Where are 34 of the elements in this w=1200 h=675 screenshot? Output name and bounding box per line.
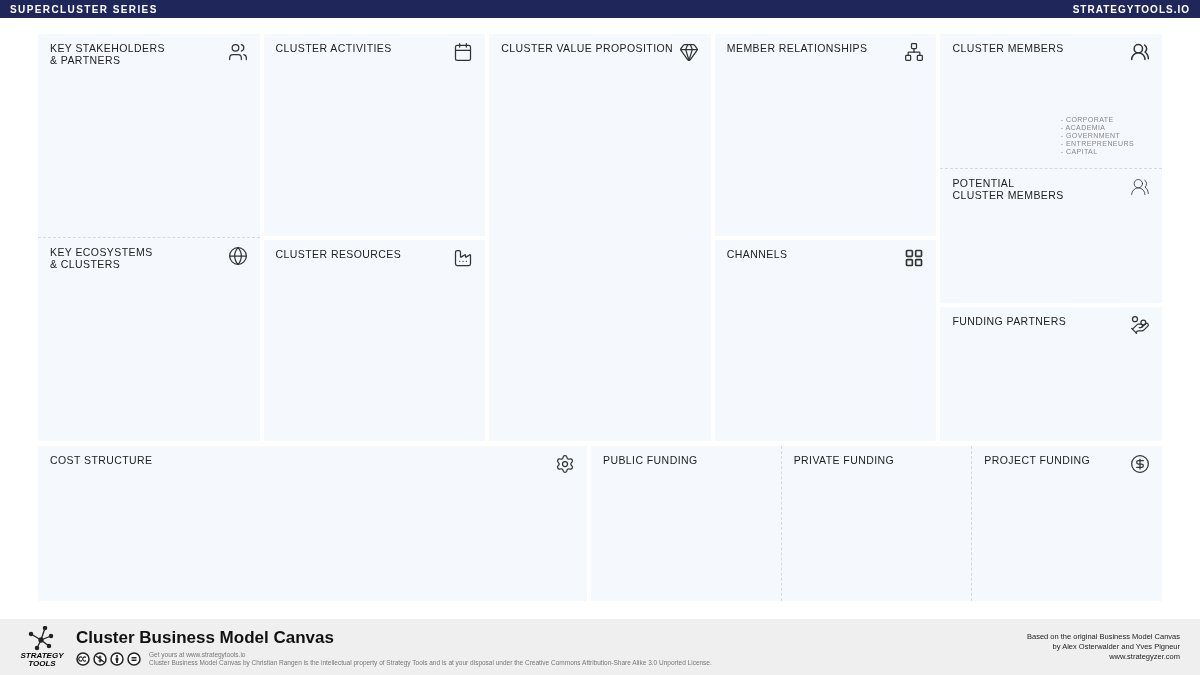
people-icon: [1130, 177, 1150, 197]
section-title: CLUSTER RESOURCES: [275, 247, 402, 260]
grid-icon: [904, 247, 925, 268]
globe-icon: [227, 246, 248, 266]
site-name: STRATEGYTOOLS.IO: [1072, 2, 1190, 17]
section-title: CLUSTER MEMBERS: [952, 42, 1064, 54]
license-icon: [127, 652, 141, 666]
diamond-icon: [678, 42, 699, 62]
section-title: CLUSTER ACTIVITIES: [275, 42, 392, 54]
license-icon: [110, 652, 124, 666]
section-title: POTENTIAL CLUSTER MEMBERS: [952, 177, 1064, 201]
section-title: PRIVATE FUNDING: [793, 454, 895, 466]
canvas-title: Cluster Business Model Canvas: [76, 627, 335, 649]
section-title: PUBLIC FUNDING: [603, 454, 698, 466]
dollar-circle-icon: [1130, 454, 1150, 474]
people-icon: [227, 42, 248, 62]
section-title: KEY STAKEHOLDERS & PARTNERS: [50, 42, 165, 66]
people-icon: [1130, 42, 1150, 62]
section-title: CHANNELS: [726, 247, 788, 260]
section-title: MEMBER RELATIONSHIPS: [726, 42, 868, 54]
series-title: SUPERCLUSTER SERIES: [10, 2, 158, 17]
section-title: CLUSTER VALUE PROPOSITION: [501, 42, 674, 54]
section-title: PROJECT FUNDING: [984, 454, 1091, 466]
section-title: FUNDING PARTNERS: [952, 315, 1067, 327]
section-title: KEY ECOSYSTEMS & CLUSTERS: [50, 246, 153, 270]
section-title: COST STRUCTURE: [50, 454, 153, 466]
hand-coins-icon: [1130, 315, 1150, 335]
network-icon: [904, 42, 925, 62]
logo-text: STRATEGY TOOLS: [20, 652, 64, 668]
factory-icon: [453, 247, 474, 268]
license-icon: [76, 652, 90, 666]
gear-icon: [555, 454, 575, 474]
license-icon: [93, 652, 107, 666]
calendar-icon: [453, 42, 474, 62]
